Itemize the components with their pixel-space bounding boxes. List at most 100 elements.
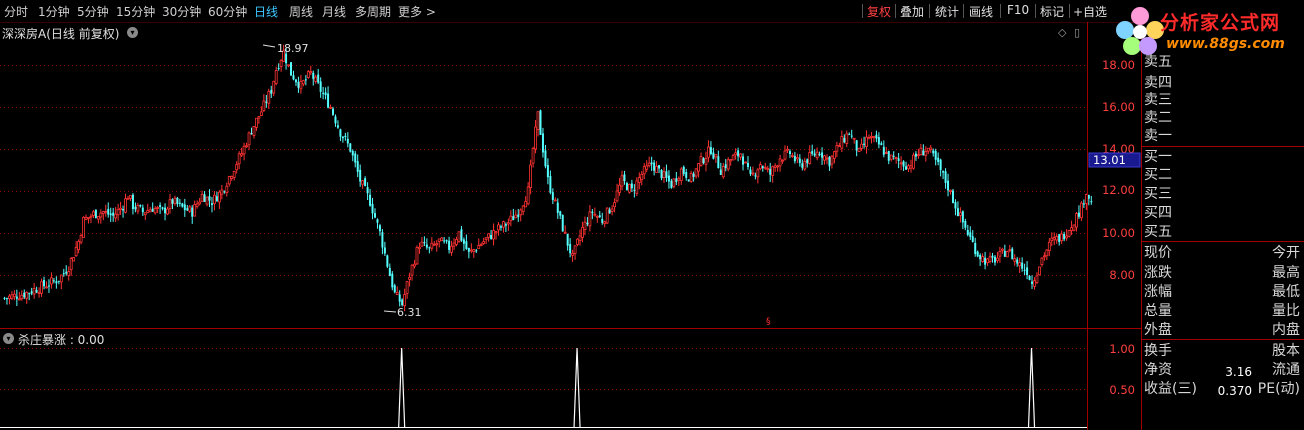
- candle-body: [124, 198, 127, 213]
- candle-body: [267, 91, 271, 104]
- price-grid: [0, 65, 1087, 390]
- candle-body: [89, 215, 93, 218]
- candle-body: [845, 133, 849, 144]
- candle-body: [828, 156, 831, 167]
- candle-body: [553, 199, 557, 202]
- candle-body: [867, 137, 871, 140]
- candle-body: [742, 156, 745, 165]
- candle-body: [12, 293, 16, 298]
- candle-body: [8, 295, 11, 300]
- candle-body: [672, 178, 676, 187]
- candle-body: [166, 208, 169, 215]
- candle-body: [381, 232, 384, 248]
- candle-body: [285, 53, 288, 64]
- candle-body: [460, 229, 463, 241]
- candle-body: [1090, 201, 1093, 203]
- candle-body: [361, 180, 365, 185]
- candle-body: [685, 172, 688, 178]
- candle-body: [974, 242, 977, 254]
- candle-body: [850, 135, 853, 137]
- price-tick: 16.00: [1102, 100, 1135, 114]
- candle-body: [835, 145, 839, 152]
- candle-body: [781, 159, 784, 162]
- candle-body: [314, 76, 318, 82]
- candle-body: [761, 166, 764, 169]
- quote-label: 内盘: [1272, 322, 1300, 338]
- chevron-down-icon[interactable]: ▾: [3, 333, 14, 344]
- candle-body: [618, 184, 621, 193]
- candle-body: [324, 92, 327, 96]
- candle-body: [376, 219, 379, 223]
- candle-body: [645, 165, 649, 170]
- candle-body: [79, 235, 83, 243]
- candle-body: [806, 159, 809, 164]
- quote-label: 现价: [1144, 245, 1172, 261]
- candle-body: [129, 195, 132, 199]
- candle-body: [69, 258, 73, 271]
- candle-body: [35, 290, 38, 293]
- candle-body: [662, 171, 666, 178]
- candle-body: [603, 221, 607, 225]
- candle-body: [702, 158, 705, 164]
- candle-body: [1028, 276, 1031, 280]
- candle-body: [327, 93, 330, 108]
- candle-body: [17, 298, 21, 301]
- candle-body: [502, 221, 505, 228]
- order-sell-2: 卖二: [1144, 110, 1172, 126]
- candle-body: [875, 134, 878, 139]
- candle-body: [176, 197, 179, 205]
- candle-body: [94, 209, 97, 219]
- candle-body: [252, 126, 256, 136]
- candle-body: [937, 157, 940, 162]
- candle-body: [625, 183, 628, 191]
- candle-body: [756, 169, 760, 178]
- candle-body: [332, 108, 335, 115]
- candle-body: [578, 235, 582, 241]
- candle-body: [487, 233, 491, 238]
- candle-body: [213, 194, 216, 205]
- candle-body: [203, 194, 206, 203]
- candle-body: [769, 168, 772, 175]
- candle-body: [840, 136, 844, 149]
- candle-body: [484, 237, 488, 240]
- candle-body: [265, 101, 268, 103]
- candle-body: [949, 189, 952, 193]
- candle-body: [884, 152, 888, 154]
- candle-body: [497, 224, 500, 231]
- candles: [3, 44, 1093, 312]
- candle-body: [758, 164, 762, 170]
- candle-body: [5, 298, 8, 300]
- candle-body: [951, 190, 954, 203]
- candle-body: [667, 175, 670, 182]
- candle-body: [1080, 202, 1083, 219]
- candle-body: [107, 208, 110, 215]
- candle-body: [902, 161, 905, 167]
- candle-body: [544, 150, 547, 167]
- candle-body: [1040, 257, 1044, 265]
- candle-body: [428, 247, 431, 249]
- candle-body: [608, 209, 611, 214]
- candle-body: [709, 147, 712, 154]
- candle-body: [726, 159, 730, 170]
- candle-body: [403, 294, 407, 306]
- current-price-label: 13.01: [1093, 153, 1126, 167]
- candle-body: [477, 245, 481, 249]
- candle-body: [87, 217, 90, 219]
- candle-body: [546, 165, 549, 178]
- candle-body: [344, 135, 347, 138]
- candle-body: [309, 71, 313, 74]
- candle-body: [633, 189, 636, 191]
- candle-body: [455, 239, 458, 245]
- indicator-signal-spike: [1027, 347, 1036, 428]
- candle-body: [922, 150, 925, 156]
- candle-body: [647, 162, 651, 167]
- candle-body: [1067, 230, 1071, 237]
- candle-body: [670, 180, 673, 188]
- high-marker-arrow: [262, 44, 276, 48]
- candle-body: [301, 80, 305, 85]
- candle-body: [322, 92, 325, 94]
- candle-body: [541, 133, 544, 153]
- candle-body: [383, 247, 386, 254]
- candle-body: [413, 263, 416, 267]
- candle-body: [452, 242, 456, 247]
